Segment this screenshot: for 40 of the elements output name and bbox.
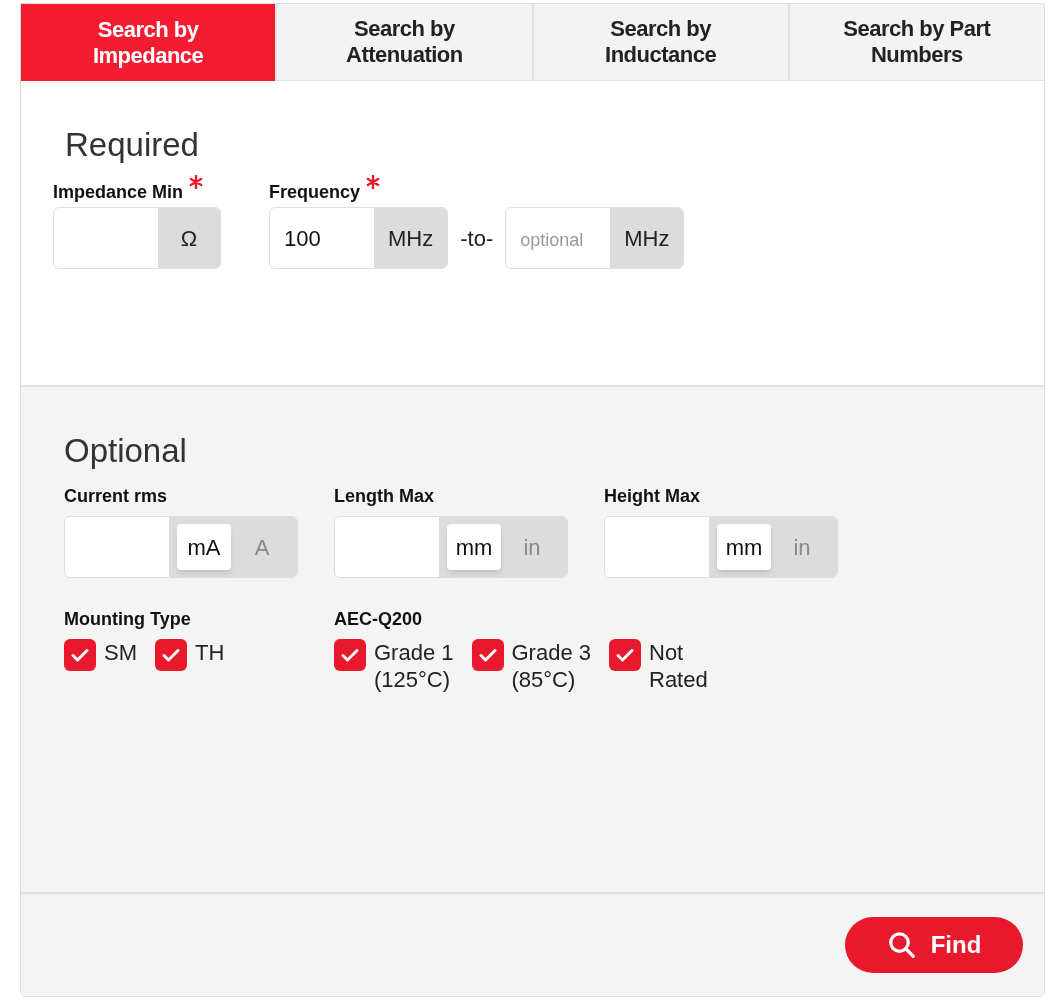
unit-label: Ω (158, 208, 220, 268)
field-label: Length Max (334, 485, 435, 508)
input-field[interactable]: 100 (270, 208, 374, 268)
field-label: Frequency (269, 181, 361, 204)
unit-toggle[interactable]: mA (177, 524, 231, 570)
field-label: Impedance Min (53, 181, 184, 204)
checkbox-label: Grade 1 (125°C) (374, 639, 454, 693)
field-label: Current rms (64, 485, 169, 508)
group-label: AEC-Q200 (334, 608, 424, 631)
find-button[interactable]: Find (845, 917, 1023, 973)
section-title: Required (65, 125, 200, 165)
unit-label: MHz (374, 208, 448, 268)
tab[interactable]: Search by Attenuation (275, 4, 532, 81)
range-separator: -to- (460, 224, 494, 253)
checkbox[interactable] (471, 639, 504, 671)
input-group[interactable]: mm in (604, 516, 838, 578)
input-group[interactable]: mm in (334, 516, 568, 578)
checkbox-label: TH (195, 639, 225, 666)
tab[interactable]: Search by Impedance (21, 4, 276, 81)
input-group[interactable]: mA A (64, 516, 298, 578)
unit-label: MHz (610, 208, 684, 268)
section-title: Optional (64, 431, 188, 471)
unit-toggle[interactable]: mm (717, 524, 771, 570)
field-label: Height Max (604, 485, 701, 508)
checkbox[interactable] (609, 639, 641, 671)
input-group[interactable]: Ω (53, 207, 221, 269)
checkbox-label: Not Rated (649, 639, 708, 693)
input-group[interactable]: optional MHz (505, 207, 685, 269)
checkbox-label: Grade 3 (85°C) (511, 639, 591, 693)
input-field[interactable]: optional (506, 208, 611, 268)
unit-toggle[interactable]: mm (447, 524, 501, 570)
search-icon (886, 930, 917, 960)
checkbox[interactable] (155, 639, 187, 671)
checkbox[interactable] (64, 639, 96, 671)
checkbox-label: SM (104, 639, 137, 666)
input-group[interactable]: 100 MHz (269, 207, 449, 269)
group-label: Mounting Type (64, 608, 192, 631)
tab[interactable]: Search by Inductance (531, 4, 788, 81)
checkbox[interactable] (334, 639, 366, 671)
tab[interactable]: Search by Part Numbers (787, 4, 1044, 81)
